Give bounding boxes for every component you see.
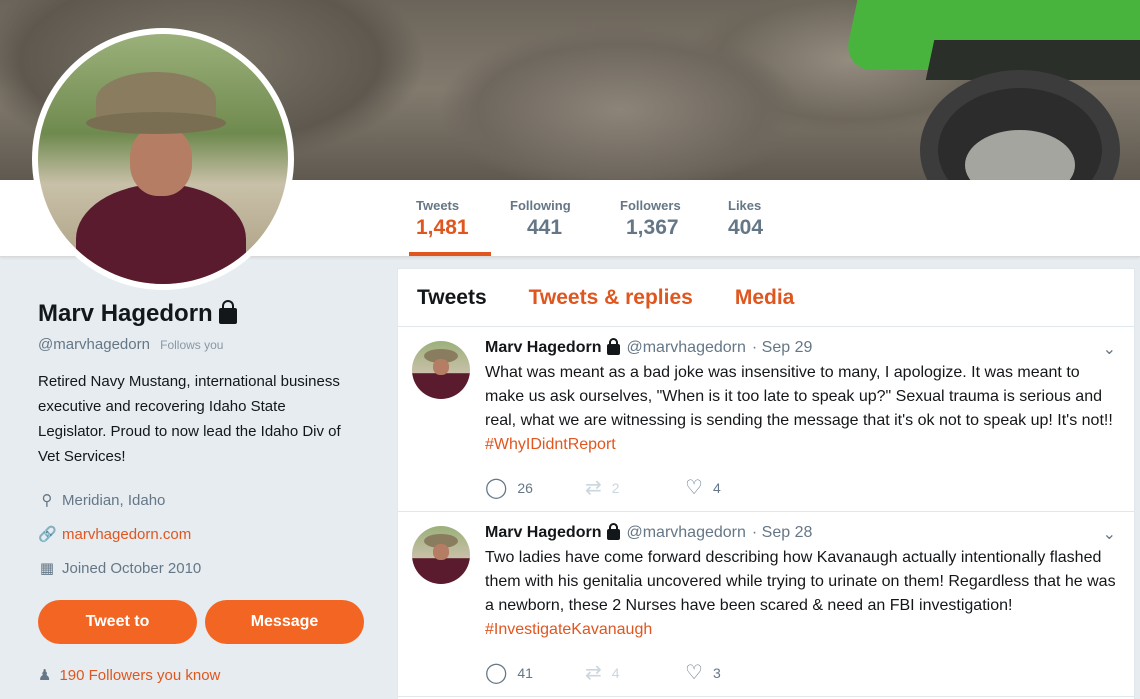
message-button[interactable]: Message [205,600,364,644]
tweet-author-handle[interactable]: @marvhagedorn [626,339,745,357]
lock-icon [607,523,621,540]
chevron-down-icon[interactable]: ⌄ [1103,524,1116,544]
reply-count: 41 [517,664,533,681]
followers-you-know[interactable]: ♟ 190 Followers you know [38,666,221,685]
retweet-count: 2 [611,479,620,496]
chevron-down-icon[interactable]: ⌄ [1103,339,1116,359]
location-row: ⚲ Meridian, Idaho [38,483,368,517]
tab-tweets-replies[interactable]: Tweets & replies [529,286,693,310]
profile-website-link[interactable]: marvhagedorn.com [62,526,191,543]
reply-count: 26 [517,479,533,496]
avatar-face [130,126,192,196]
stat-following[interactable]: Following 441 [510,198,571,240]
like-action[interactable]: ♡ 4 [685,475,785,500]
reply-icon: ◯ [485,662,508,684]
tweet-date[interactable]: · Sep 28 [752,524,812,542]
like-count: 3 [712,664,721,681]
timeline: Tweets Tweets & replies Media Marv Haged… [397,268,1135,699]
profile-handle-row: @marvhagedorn Follows you [38,336,368,353]
tweet-date[interactable]: · Sep 29 [752,339,812,357]
retweet-action[interactable]: ⇄ 2 [585,475,685,500]
stat-label: Following [510,198,571,213]
stat-label: Tweets [416,198,460,213]
profile-location: Meridian, Idaho [62,491,166,509]
profile-avatar[interactable] [32,28,294,290]
stat-likes[interactable]: Likes 404 [728,198,763,240]
reply-action[interactable]: ◯ 26 [485,475,585,500]
tweet-body: Marv Hagedorn @marvhagedorn · Sep 28 Two… [485,523,1120,642]
tweet-to-button[interactable]: Tweet to [38,600,197,644]
heart-icon: ♡ [685,662,703,684]
avatar-shirt [76,184,246,284]
profile-handle[interactable]: @marvhagedorn [38,336,150,353]
calendar-icon: ▦ [39,560,55,577]
retweet-count: 4 [611,664,620,681]
profile-name[interactable]: Marv Hagedorn [38,300,213,328]
stat-label: Followers [620,198,681,213]
profile-bio: Retired Navy Mustang, international busi… [38,373,341,465]
tweet-hashtag[interactable]: #InvestigateKavanaugh [485,621,652,638]
lock-icon [218,300,237,324]
tweet-actions: ◯ 26 ⇄ 2 ♡ 4 [485,475,785,500]
tab-tweets[interactable]: Tweets [417,286,487,310]
person-icon: ♟ [38,667,52,684]
tweet-text: Two ladies have come forward describing … [485,546,1120,642]
tweet-author-name[interactable]: Marv Hagedorn [485,339,601,357]
reply-action[interactable]: ◯ 41 [485,660,585,685]
tweet-item[interactable]: Marv Hagedorn @marvhagedorn · Sep 28 Two… [398,512,1134,697]
avatar-photo [38,34,288,284]
stat-tweets[interactable]: Tweets 1,481 [416,198,469,240]
tweet-avatar[interactable] [412,526,470,584]
stat-followers[interactable]: Followers 1,367 [620,198,681,240]
timeline-tabs: Tweets Tweets & replies Media [398,269,1134,327]
stat-value: 1,481 [416,216,469,239]
lock-icon [607,338,621,355]
tweet-text-body: What was meant as a bad joke was insensi… [485,364,1113,429]
profile-name-row: Marv Hagedorn [38,300,368,328]
link-icon: 🔗 [38,526,57,543]
website-row: 🔗 marvhagedorn.com [38,517,368,551]
tweet-header: Marv Hagedorn @marvhagedorn · Sep 29 [485,338,1120,357]
like-count: 4 [712,479,721,496]
retweet-icon: ⇄ [585,477,602,499]
tweet-author-name[interactable]: Marv Hagedorn [485,524,601,542]
reply-icon: ◯ [485,477,508,499]
stat-value: 1,367 [626,216,679,239]
retweet-action[interactable]: ⇄ 4 [585,660,685,685]
tab-media[interactable]: Media [735,286,795,310]
tweet-text: What was meant as a bad joke was insensi… [485,361,1120,457]
retweet-icon: ⇄ [585,662,602,684]
tweet-author-handle[interactable]: @marvhagedorn [626,524,745,542]
active-stat-indicator [409,252,491,256]
profile-joined: Joined October 2010 [62,559,202,577]
joined-row: ▦ Joined October 2010 [38,551,368,585]
like-action[interactable]: ♡ 3 [685,660,785,685]
location-pin-icon: ⚲ [41,492,53,509]
stat-value: 404 [728,216,764,239]
profile-card: Marv Hagedorn @marvhagedorn Follows you … [38,300,368,585]
profile-actions: Tweet to Message [38,600,364,644]
profile-meta: ⚲ Meridian, Idaho 🔗 marvhagedorn.com ▦ J… [38,483,368,585]
stat-label: Likes [728,198,762,213]
tweet-body: Marv Hagedorn @marvhagedorn · Sep 29 Wha… [485,338,1120,457]
follows-you-badge: Follows you [160,338,224,352]
tweet-item[interactable]: Marv Hagedorn @marvhagedorn · Sep 29 Wha… [398,327,1134,512]
avatar-hat-brim [86,112,226,134]
tweet-text-body: Two ladies have come forward describing … [485,549,1116,614]
heart-icon: ♡ [685,477,703,499]
stat-value: 441 [527,216,563,239]
followers-you-know-label: 190 Followers you know [59,666,221,684]
tweet-hashtag[interactable]: #WhyIDidntReport [485,436,616,453]
tweet-actions: ◯ 41 ⇄ 4 ♡ 3 [485,660,785,685]
tweet-avatar[interactable] [412,341,470,399]
tweet-header: Marv Hagedorn @marvhagedorn · Sep 28 [485,523,1120,542]
